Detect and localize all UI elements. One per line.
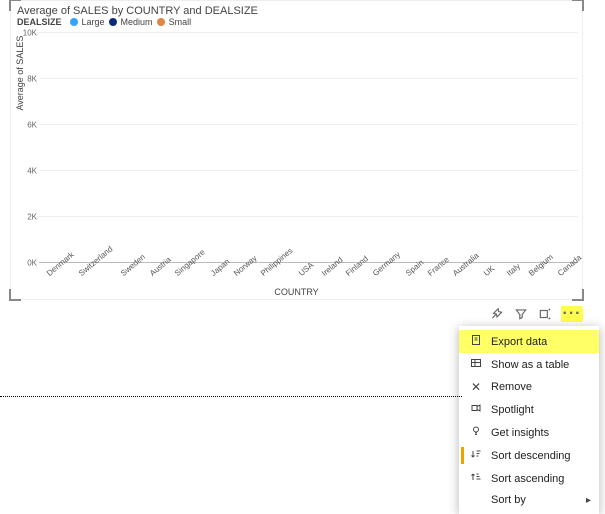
menu-item-label: Sort by [491, 494, 526, 506]
menu-export-data[interactable]: Export data [459, 330, 599, 353]
menu-item-label: Remove [491, 381, 532, 393]
export-icon [469, 334, 483, 349]
lightbulb-icon [469, 425, 483, 440]
menu-item-label: Export data [491, 336, 547, 348]
resize-handle-tl[interactable] [9, 0, 21, 11]
menu-item-label: Show as a table [491, 359, 569, 371]
more-options-button[interactable]: ··· [561, 306, 583, 322]
menu-get-insights[interactable]: Get insights [459, 421, 599, 444]
y-tick: 0K [27, 259, 37, 268]
pin-icon[interactable] [489, 306, 505, 322]
chart-title: Average of SALES by COUNTRY and DEALSIZE [11, 1, 582, 17]
sort-asc-icon [469, 471, 483, 486]
menu-item-label: Sort ascending [491, 473, 564, 485]
menu-spotlight[interactable]: Spotlight [459, 398, 599, 421]
plot-area: Average of SALES 10K 8K 6K 4K 2K 0K [39, 33, 578, 263]
menu-show-as-table[interactable]: Show as a table [459, 353, 599, 376]
focus-mode-icon[interactable] [537, 306, 553, 322]
visual-toolbar: ··· [489, 306, 583, 322]
y-tick: 4K [27, 167, 37, 176]
x-axis-label: COUNTRY [11, 287, 582, 297]
menu-sort-by[interactable]: Sort by [459, 490, 599, 510]
legend-item-small[interactable]: Small [169, 17, 192, 27]
spotlight-icon [469, 402, 483, 417]
menu-item-label: Spotlight [491, 404, 534, 416]
legend-label: DEALSIZE [17, 17, 62, 27]
sort-desc-icon [469, 448, 483, 463]
legend-item-large[interactable]: Large [82, 17, 105, 27]
close-icon: ✕ [469, 380, 483, 394]
menu-sort-ascending[interactable]: Sort ascending [459, 467, 599, 490]
legend-swatch-medium [109, 18, 117, 26]
more-options-menu: Export data Show as a table ✕ Remove Spo… [459, 326, 599, 514]
page-divider [0, 396, 462, 397]
y-tick: 2K [27, 213, 37, 222]
filter-icon[interactable] [513, 306, 529, 322]
y-tick: 8K [27, 75, 37, 84]
menu-item-label: Sort descending [491, 450, 571, 462]
bars [39, 33, 578, 263]
menu-sort-descending[interactable]: Sort descending [459, 444, 599, 467]
chart-legend: DEALSIZE Large Medium Small [11, 17, 582, 27]
active-sort-indicator [461, 447, 464, 464]
legend-item-medium[interactable]: Medium [121, 17, 153, 27]
table-icon [469, 357, 483, 372]
menu-item-label: Get insights [491, 427, 549, 439]
y-tick: 10K [23, 29, 37, 38]
legend-swatch-large [70, 18, 78, 26]
y-tick: 6K [27, 121, 37, 130]
legend-swatch-small [157, 18, 165, 26]
chart-card: Average of SALES by COUNTRY and DEALSIZE… [10, 0, 583, 300]
resize-handle-tr[interactable] [572, 0, 584, 11]
x-axis-ticks: DenmarkSwitzerlandSwedenAustriaSingapore… [39, 263, 578, 285]
menu-remove[interactable]: ✕ Remove [459, 376, 599, 398]
y-axis-ticks: 10K 8K 6K 4K 2K 0K [15, 33, 39, 263]
